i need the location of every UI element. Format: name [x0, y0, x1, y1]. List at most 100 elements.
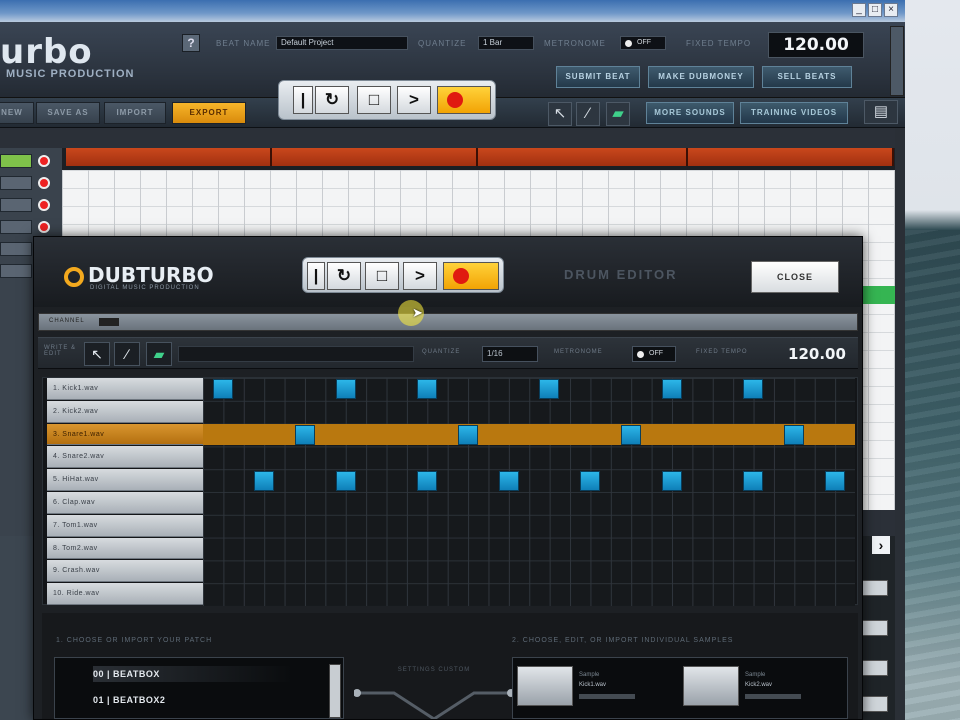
minimize-button[interactable]: _ [852, 3, 866, 17]
expand-arrow-icon[interactable]: › [872, 536, 890, 554]
instrument-name[interactable]: 9. Crash.wav [47, 560, 203, 583]
drum-editor-header: DUBTURBO DIGITAL MUSIC PRODUCTION | ↻ □ … [34, 237, 862, 307]
drum-step-note[interactable] [620, 425, 641, 445]
editor-quantize-select[interactable]: 1/16 [482, 346, 538, 362]
side-control-button[interactable] [862, 696, 888, 712]
pattern-block[interactable] [688, 148, 894, 166]
sample-slot[interactable]: Sample Kick2.wav [679, 662, 839, 708]
track-row[interactable] [0, 196, 58, 214]
patch-item[interactable]: 01 | BEATBOX2 [93, 692, 293, 708]
instrument-name[interactable]: 2. Kick2.wav [47, 400, 203, 423]
make-dubmoney-button[interactable]: MAKE DUBMONEY [648, 66, 754, 88]
pattern-block[interactable] [478, 148, 688, 166]
drum-step-note[interactable] [335, 470, 356, 491]
sample-slot[interactable]: Sample Kick1.wav [513, 662, 673, 708]
drum-step-note[interactable] [294, 425, 315, 445]
drum-step-note[interactable] [213, 379, 234, 400]
editor-metronome-toggle[interactable]: OFF [632, 346, 676, 362]
editor-tempo-display[interactable]: 120.00 [780, 343, 854, 365]
side-control-button[interactable] [862, 580, 888, 596]
play-button[interactable]: > [397, 86, 431, 114]
select-tool-icon[interactable]: ↖ [84, 342, 110, 366]
drum-step-note[interactable] [580, 470, 601, 491]
editor-rewind-button[interactable]: | [307, 262, 325, 290]
window-titlebar: _ □ × [0, 0, 910, 22]
track-row[interactable] [0, 174, 58, 192]
help-button[interactable]: ? [182, 34, 200, 52]
sample-pad[interactable] [517, 666, 573, 706]
drum-step-note[interactable] [417, 379, 438, 400]
tab-export[interactable]: EXPORT [172, 102, 246, 124]
instrument-name[interactable]: 7. Tom1.wav [47, 514, 203, 537]
drum-step-note[interactable] [661, 379, 682, 400]
select-tool-icon[interactable]: ↖ [548, 102, 572, 126]
instrument-list: 1. Kick1.wav 2. Kick2.wav 3. Snare1.wav 4. … [47, 378, 203, 606]
editor-stop-button[interactable]: □ [365, 262, 399, 290]
loop-button[interactable]: ↻ [315, 86, 349, 114]
tempo-display[interactable]: 120.00 [768, 32, 864, 58]
tab-save-as[interactable]: SAVE AS [36, 102, 100, 124]
eraser-tool-icon[interactable]: ▰ [606, 102, 630, 126]
pattern-block[interactable] [66, 148, 272, 166]
view-toggle-icon[interactable]: ▤ [864, 100, 898, 124]
tab-new[interactable]: NEW [0, 102, 34, 124]
drum-step-note[interactable] [743, 470, 764, 491]
sell-beats-button[interactable]: SELL BEATS [762, 66, 852, 88]
drum-step-note[interactable] [417, 470, 438, 491]
drum-step-note[interactable] [539, 379, 560, 400]
patch-scrollbar[interactable] [329, 664, 341, 718]
pencil-tool-icon[interactable]: ∕ [576, 102, 600, 126]
pattern-block[interactable] [272, 148, 478, 166]
drum-step-note[interactable] [335, 379, 356, 400]
sample-volume-slider[interactable] [579, 694, 635, 699]
step-grid[interactable] [203, 378, 855, 606]
instrument-name[interactable]: 4. Snare2.wav [47, 446, 203, 469]
submit-beat-button[interactable]: SUBMIT BEAT [556, 66, 640, 88]
track-row[interactable] [0, 152, 58, 170]
track-row[interactable] [0, 218, 58, 236]
training-videos-button[interactable]: TRAINING VIDEOS [740, 102, 848, 124]
beat-name-input[interactable]: Default Project [276, 36, 408, 50]
patch-panel: 1. CHOOSE OR IMPORT YOUR PATCH 2. CHOOSE… [42, 613, 858, 719]
channel-switch[interactable] [99, 318, 119, 326]
screen: _ □ × urbo MUSIC PRODUCTION ? BEAT NAME … [0, 0, 960, 720]
instrument-name[interactable]: 10. Ride.wav [47, 583, 203, 605]
rewind-button[interactable]: | [293, 86, 313, 114]
metronome-toggle[interactable]: OFF [620, 36, 666, 50]
pencil-tool-icon[interactable]: ∕ [114, 342, 140, 366]
side-control-button[interactable] [862, 620, 888, 636]
stop-button[interactable]: □ [357, 86, 391, 114]
editor-loop-button[interactable]: ↻ [327, 262, 361, 290]
side-panel-tab[interactable] [890, 26, 904, 96]
quantize-select[interactable]: 1 Bar [478, 36, 534, 50]
drum-step-note[interactable] [661, 470, 682, 491]
drum-step-note[interactable] [743, 379, 764, 400]
sample-pad[interactable] [683, 666, 739, 706]
instrument-name[interactable]: 8. Tom2.wav [47, 537, 203, 560]
drum-grid: 1. Kick1.wav 2. Kick2.wav 3. Snare1.wav 4. … [42, 377, 858, 606]
instrument-name[interactable]: 5. HiHat.wav [47, 469, 203, 491]
sample-volume-slider[interactable] [745, 694, 801, 699]
instrument-name[interactable]: 1. Kick1.wav [47, 378, 203, 400]
maximize-button[interactable]: □ [868, 3, 882, 17]
instrument-name[interactable]: 6. Clap.wav [47, 492, 203, 514]
eraser-tool-icon[interactable]: ▰ [146, 342, 172, 366]
patch-item[interactable]: 00 | BEATBOX [93, 666, 293, 682]
editor-play-button[interactable]: > [403, 262, 437, 290]
pattern-clip[interactable] [858, 286, 895, 304]
timeline-ruler[interactable] [62, 148, 895, 170]
drum-step-note[interactable] [457, 425, 478, 445]
close-window-button[interactable]: × [884, 3, 898, 17]
tab-import[interactable]: IMPORT [104, 102, 166, 124]
instrument-name[interactable]: 3. Snare1.wav [47, 423, 203, 446]
editor-record-button[interactable] [443, 262, 499, 290]
more-sounds-button[interactable]: MORE SOUNDS [646, 102, 734, 124]
record-button[interactable] [437, 86, 491, 114]
sample-list: Sample Kick1.wav Sample Kick2.wav [512, 657, 848, 719]
close-button[interactable]: CLOSE [751, 261, 839, 293]
drum-step-note[interactable] [498, 470, 519, 491]
side-control-button[interactable] [862, 660, 888, 676]
drum-step-note[interactable] [254, 470, 275, 491]
drum-step-note[interactable] [824, 470, 845, 491]
drum-step-note[interactable] [783, 425, 804, 445]
